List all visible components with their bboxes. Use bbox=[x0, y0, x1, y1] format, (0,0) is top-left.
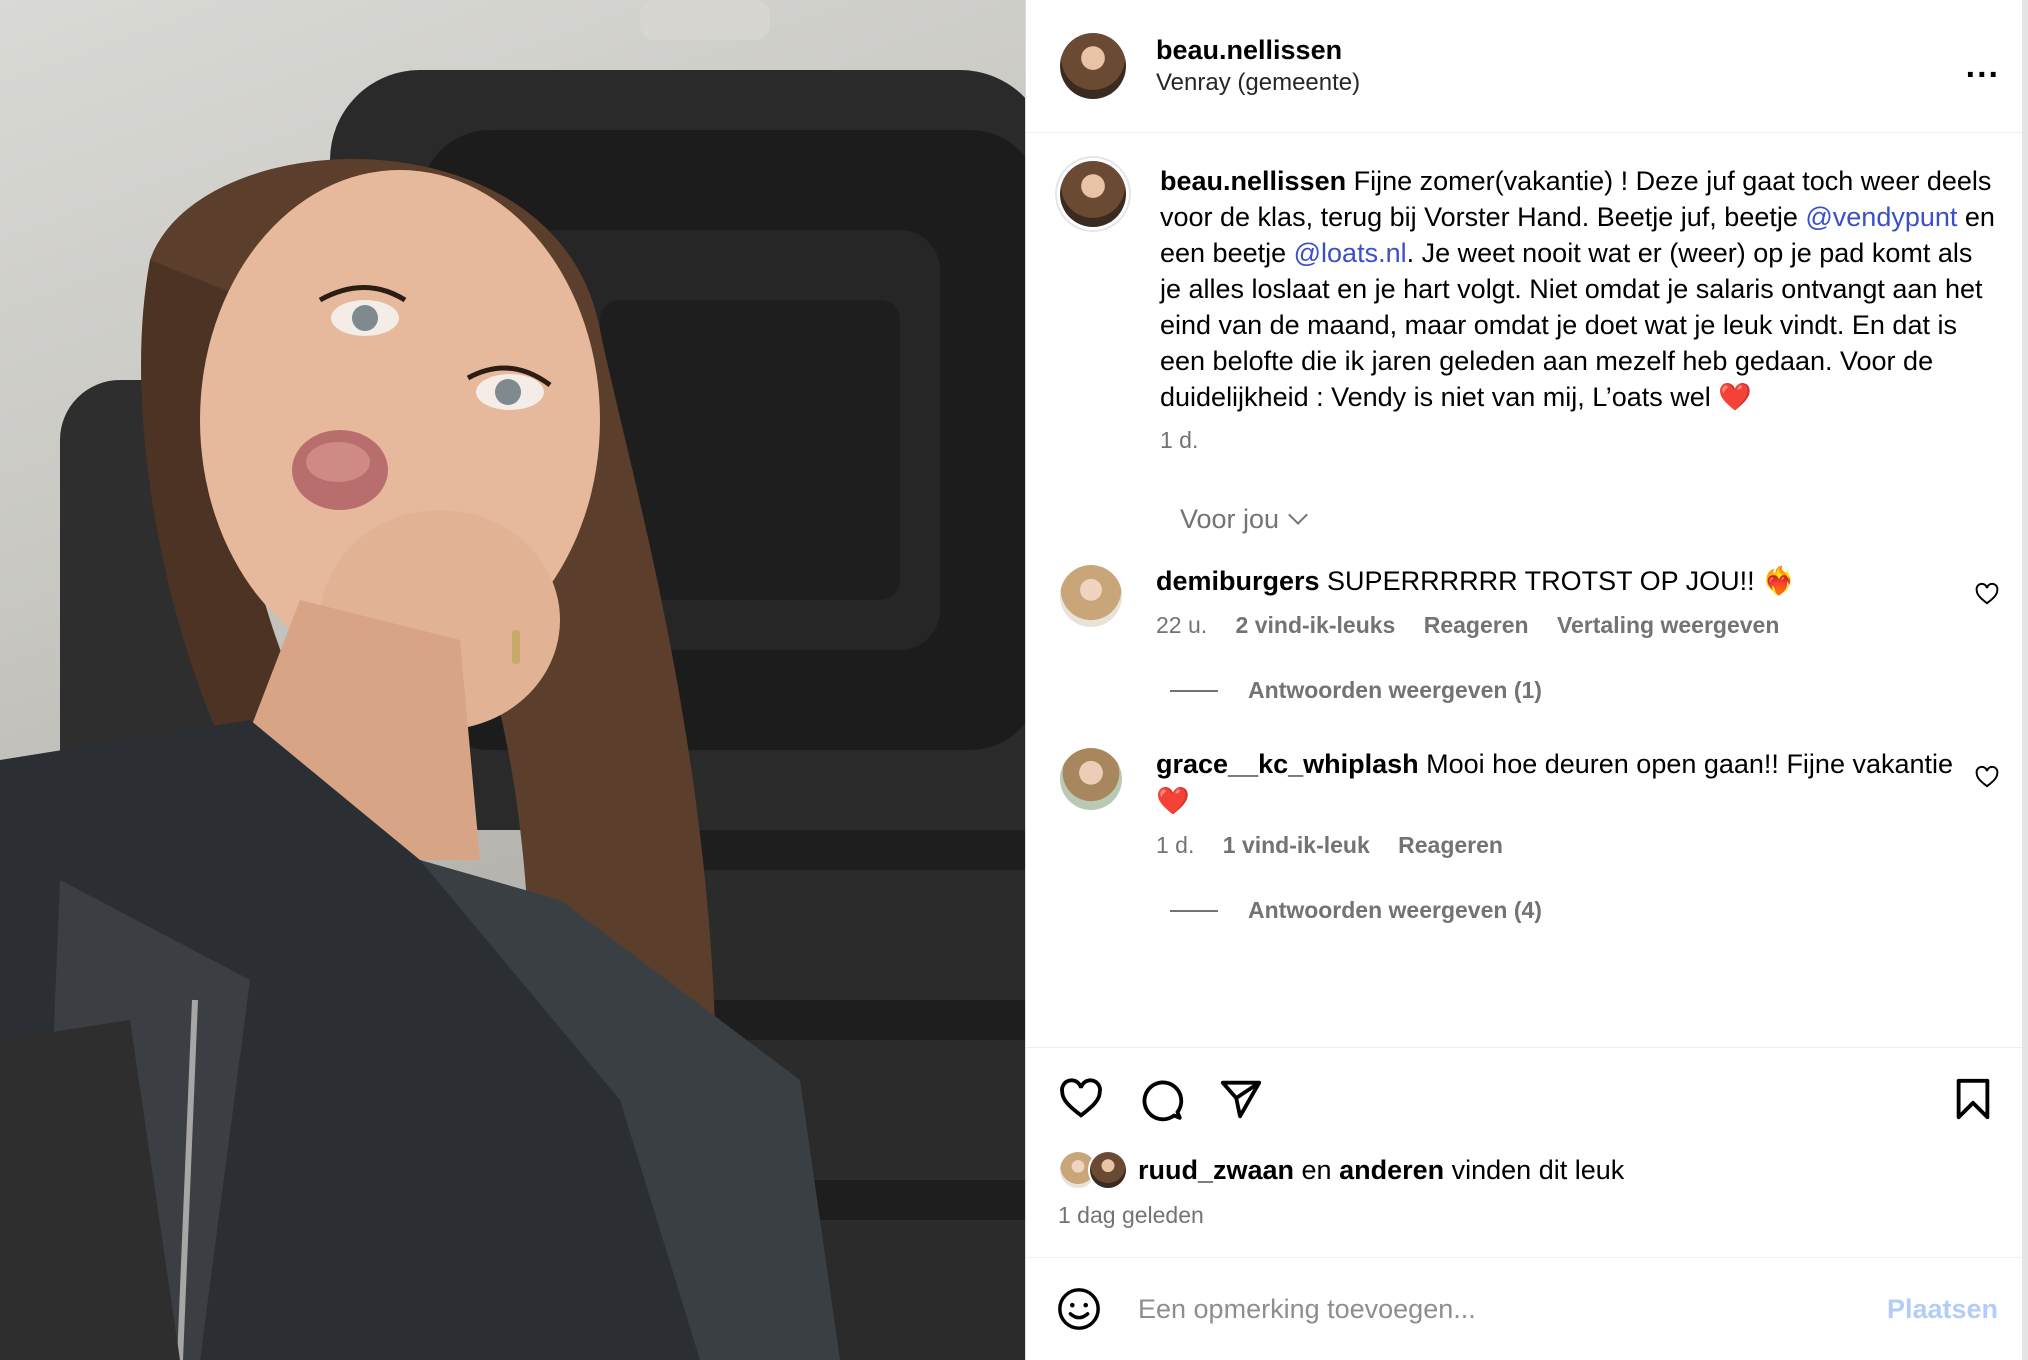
author-username[interactable]: beau.nellissen bbox=[1156, 33, 1966, 67]
comment-text: grace__kc_whiplash Mooi hoe deuren open … bbox=[1156, 746, 1974, 820]
more-options-icon[interactable]: ... bbox=[1966, 47, 2000, 86]
post-comment-button[interactable]: Plaatsen bbox=[1887, 1294, 1998, 1325]
comment-meta: 1 d. 1 vind-ik-leuk Reageren bbox=[1156, 832, 1974, 859]
comment-icon[interactable] bbox=[1138, 1076, 1184, 1122]
scrollbar[interactable] bbox=[2022, 0, 2028, 1360]
view-replies-label: Antwoorden weergeven (1) bbox=[1248, 677, 1542, 703]
comment-likes[interactable]: 2 vind-ik-leuks bbox=[1236, 612, 1396, 638]
chevron-down-icon bbox=[1288, 505, 1308, 525]
replies-line bbox=[1170, 909, 1218, 912]
caption-time[interactable]: 1 d. bbox=[1160, 427, 1198, 453]
selfie-image bbox=[0, 0, 1025, 1360]
liked-by-suffix: vinden dit leuk bbox=[1444, 1154, 1625, 1185]
commenter-username[interactable]: demiburgers bbox=[1156, 566, 1320, 596]
post-date[interactable]: 1 dag geleden bbox=[1058, 1202, 1996, 1229]
reply-button[interactable]: Reageren bbox=[1424, 612, 1529, 638]
comment-item: grace__kc_whiplash Mooi hoe deuren open … bbox=[1060, 746, 2000, 859]
caption-meta: 1 d. bbox=[1160, 427, 2000, 454]
post-photo[interactable] bbox=[0, 0, 1025, 1360]
share-icon[interactable] bbox=[1218, 1076, 1264, 1122]
post-location[interactable]: Venray (gemeente) bbox=[1156, 67, 1966, 99]
caption-avatar[interactable] bbox=[1060, 161, 1126, 227]
post-dialog: beau.nellissen Venray (gemeente) ... bea… bbox=[0, 0, 2028, 1360]
mention-link[interactable]: @vendypunt bbox=[1805, 202, 1957, 232]
view-replies-button[interactable]: Antwoorden weergeven (1) bbox=[1170, 677, 2000, 704]
comment-time[interactable]: 1 d. bbox=[1156, 832, 1194, 858]
heart-icon[interactable] bbox=[1058, 1076, 1104, 1122]
caption-username[interactable]: beau.nellissen bbox=[1160, 166, 1346, 196]
comment-meta: 22 u. 2 vind-ik-leuks Reageren Vertaling… bbox=[1156, 612, 1974, 639]
post-header: beau.nellissen Venray (gemeente) ... bbox=[1026, 0, 2028, 133]
author-avatar[interactable] bbox=[1060, 33, 1126, 99]
view-replies-button[interactable]: Antwoorden weergeven (4) bbox=[1170, 897, 2000, 924]
replies-line bbox=[1170, 689, 1218, 692]
commenter-avatar[interactable] bbox=[1060, 748, 1122, 810]
liker-username[interactable]: ruud_zwaan bbox=[1138, 1155, 1294, 1185]
heart-emoji: ❤️ bbox=[1718, 382, 1752, 412]
comment-item: demiburgers SUPERRRRRR TROTST OP JOU!! ❤… bbox=[1060, 563, 2000, 639]
caption-row: beau.nellissen Fijne zomer(vakantie) ! D… bbox=[1060, 161, 2000, 454]
mention-link[interactable]: @loats.nl bbox=[1294, 238, 1407, 268]
emoji-icon[interactable] bbox=[1056, 1286, 1102, 1332]
comment-body: SUPERRRRRR TROTST OP JOU!! ❤️‍🔥 bbox=[1319, 566, 1796, 596]
commenter-avatar[interactable] bbox=[1060, 565, 1122, 627]
translate-button[interactable]: Vertaling weergeven bbox=[1557, 612, 1779, 638]
comments-scroll-area[interactable]: beau.nellissen Fijne zomer(vakantie) ! D… bbox=[1026, 133, 2028, 1047]
commenter-username[interactable]: grace__kc_whiplash bbox=[1156, 749, 1419, 779]
liked-by-connector: en bbox=[1294, 1154, 1340, 1185]
view-replies-label: Antwoorden weergeven (4) bbox=[1248, 897, 1542, 923]
comment-likes[interactable]: 1 vind-ik-leuk bbox=[1223, 832, 1370, 858]
liker-avatar[interactable] bbox=[1088, 1150, 1128, 1190]
post-side-panel: beau.nellissen Venray (gemeente) ... bea… bbox=[1025, 0, 2028, 1360]
caption-text: beau.nellissen Fijne zomer(vakantie) ! D… bbox=[1160, 163, 2000, 415]
comment-time[interactable]: 22 u. bbox=[1156, 612, 1207, 638]
comment-like-icon[interactable] bbox=[1974, 581, 2000, 607]
comment-composer: Plaatsen bbox=[1026, 1257, 2028, 1360]
liked-by-row: ruud_zwaan en anderen vinden dit leuk bbox=[1058, 1150, 1996, 1190]
comment-input[interactable] bbox=[1136, 1292, 1887, 1326]
reply-button[interactable]: Reageren bbox=[1398, 832, 1503, 858]
comment-like-icon[interactable] bbox=[1974, 764, 2000, 790]
comment-text: demiburgers SUPERRRRRR TROTST OP JOU!! ❤… bbox=[1156, 563, 1974, 600]
liked-by-others[interactable]: anderen bbox=[1339, 1155, 1444, 1185]
bookmark-icon[interactable] bbox=[1950, 1076, 1996, 1122]
for-you-label: Voor jou bbox=[1180, 504, 1280, 534]
for-you-dropdown[interactable]: Voor jou bbox=[1180, 504, 2000, 535]
post-actions: ruud_zwaan en anderen vinden dit leuk 1 … bbox=[1026, 1047, 2028, 1257]
